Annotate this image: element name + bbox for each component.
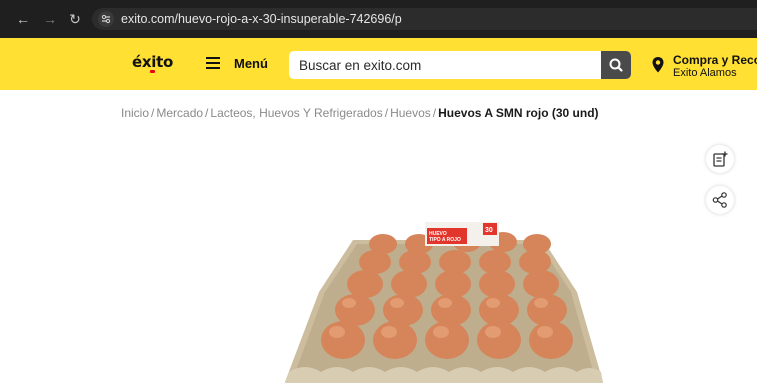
share-button[interactable] [706,186,734,214]
label-line-2: TIPO A ROJO [429,237,461,243]
breadcrumb-item-huevos[interactable]: Huevos [390,106,431,120]
search-input[interactable] [289,51,589,79]
site-settings-icon[interactable] [98,11,114,27]
shopping-list-button[interactable] [706,145,734,173]
egg-tray-image: HUEVO TIPO A ROJO 30 [285,222,603,383]
location-pin-icon[interactable] [651,56,665,74]
search-box [289,51,631,79]
share-icon [712,192,727,208]
search-button[interactable] [601,51,631,79]
add-to-list-icon [713,151,728,167]
product-image[interactable]: HUEVO TIPO A ROJO 30 [285,222,605,383]
logo-dot [150,70,155,73]
breadcrumb-separator: / [384,106,389,120]
site-header: éxito Menú Compra y Recog Exito Alamos [0,38,757,90]
address-bar[interactable]: exito.com/huevo-rojo-a-x-30-insuperable-… [92,8,757,30]
label-badge: 30 [485,227,493,234]
pickup-mode-label[interactable]: Compra y Recog [673,53,757,67]
browser-toolbar: ← → ↻ exito.com/huevo-rojo-a-x-30-insupe… [0,0,757,38]
breadcrumb-item-mercado[interactable]: Mercado [156,106,203,120]
breadcrumb-separator: / [151,106,155,120]
breadcrumb-current: Huevos A SMN rojo (30 und) [438,106,599,120]
exito-logo[interactable]: éxito [132,53,173,71]
product-label: HUEVO TIPO A ROJO 30 [425,222,499,246]
back-arrow-icon[interactable]: ← [15,11,31,27]
breadcrumb: Inicio / Mercado / Lacteos, Huevos Y Refrige… [121,106,599,120]
search-icon [609,58,623,72]
menu-button[interactable]: Menú [234,56,268,71]
url-text: exito.com/huevo-rojo-a-x-30-insuperable-… [121,12,402,26]
hamburger-menu-icon[interactable] [206,57,220,69]
store-name-label[interactable]: Exito Alamos [673,67,737,79]
breadcrumb-separator: / [205,106,209,120]
breadcrumb-item-lacteos[interactable]: Lacteos, Huevos Y Refrigerados [210,106,382,120]
breadcrumb-separator: / [432,106,437,120]
reload-icon[interactable]: ↻ [67,11,83,27]
forward-arrow-icon[interactable]: → [42,11,58,27]
breadcrumb-item-inicio[interactable]: Inicio [121,106,149,120]
